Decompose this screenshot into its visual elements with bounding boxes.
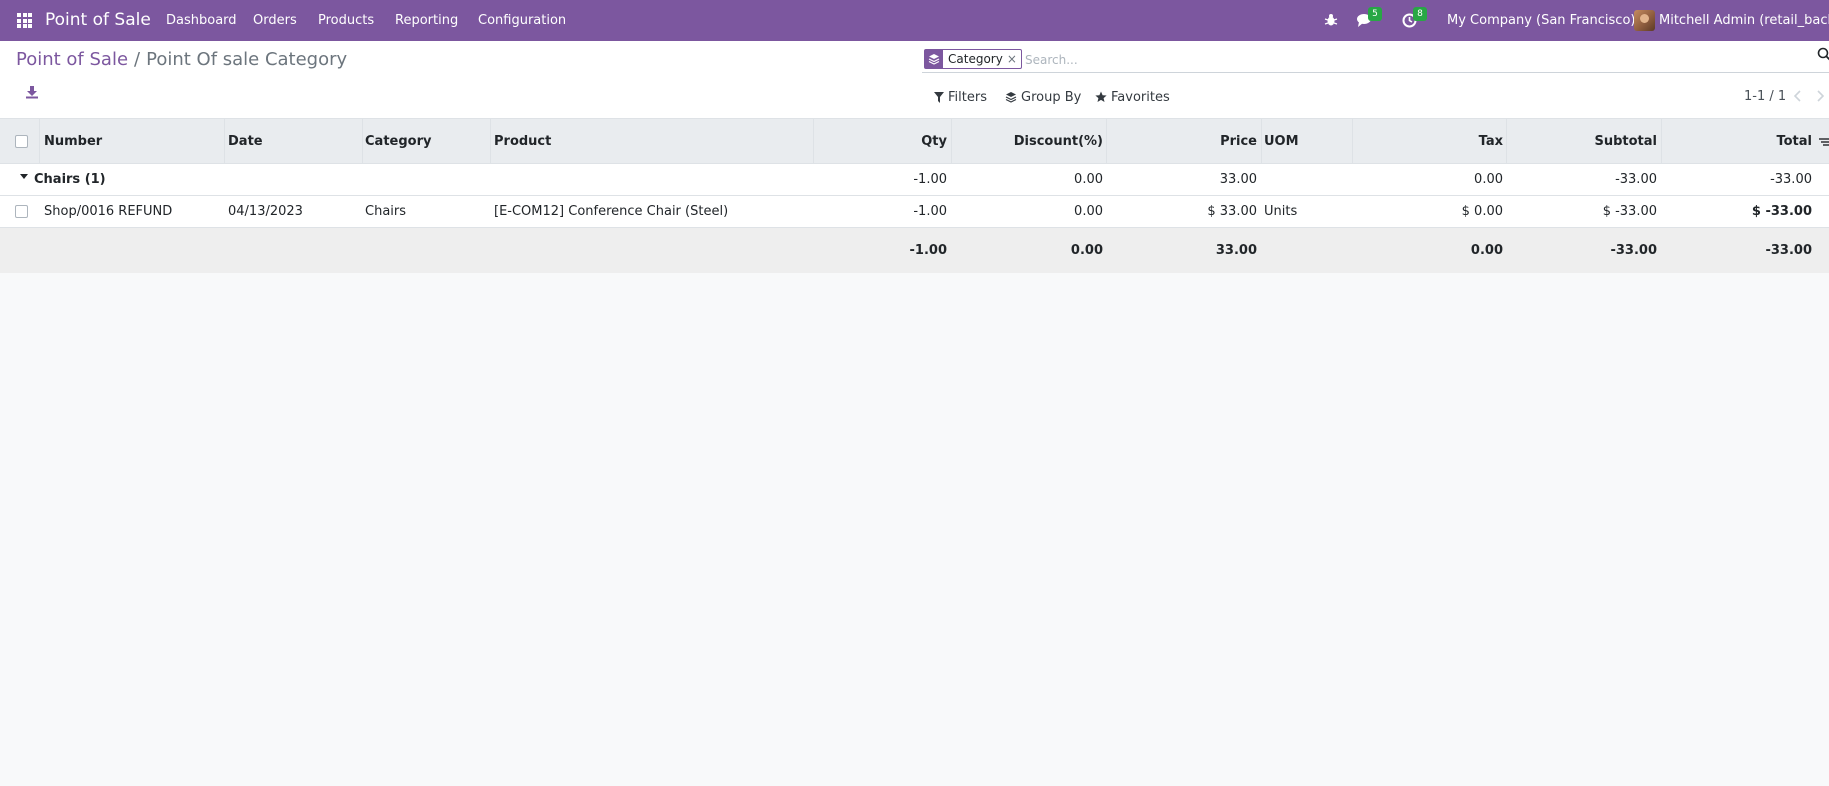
row-checkbox[interactable] (15, 205, 28, 218)
breadcrumb-parent[interactable]: Point of Sale (16, 49, 128, 70)
menu-orders[interactable]: Orders (253, 0, 297, 41)
breadcrumb-separator: / (134, 49, 141, 70)
column-header-subtotal[interactable]: Subtotal (1509, 119, 1657, 163)
column-header-date[interactable]: Date (228, 119, 358, 163)
cell-qty[interactable]: -1.00 (816, 196, 947, 227)
caret-down-icon (20, 174, 28, 179)
column-divider (1506, 119, 1507, 164)
top-navbar: Point of Sale Dashboard Orders Products … (0, 0, 1829, 41)
company-switcher[interactable]: My Company (San Francisco) (1447, 0, 1635, 41)
cell-discount[interactable]: 0.00 (954, 196, 1103, 227)
messages-icon[interactable]: 5 (1357, 7, 1382, 29)
app-brand[interactable]: Point of Sale (45, 0, 151, 41)
facet-remove-button[interactable]: × (1007, 52, 1021, 66)
filters-button[interactable]: Filters (934, 87, 987, 107)
column-divider (813, 119, 814, 164)
group-subtotal: -33.00 (1615, 172, 1657, 187)
menu-products[interactable]: Products (318, 0, 374, 41)
group-row-chairs[interactable]: Chairs (1) -1.00 0.00 33.00 0.00 -33.00 … (0, 164, 1829, 196)
group-total: -33.00 (1770, 172, 1812, 187)
column-divider (490, 119, 491, 164)
download-icon[interactable] (25, 85, 39, 99)
activities-clock-icon[interactable]: 8 (1402, 7, 1427, 29)
layers-icon (1005, 92, 1017, 103)
cell-subtotal[interactable]: $ -33.00 (1509, 196, 1657, 227)
cell-total[interactable]: $ -33.00 (1664, 196, 1812, 227)
control-panel: Point of Sale / Point Of sale Category Cat… (0, 41, 1829, 119)
search-input[interactable] (1023, 48, 1727, 72)
group-tax: 0.00 (1474, 172, 1503, 187)
column-header-number[interactable]: Number (44, 119, 224, 163)
totals-row: -1.00 0.00 33.00 0.00 -33.00 -33.00 (0, 228, 1829, 273)
select-all-checkbox[interactable] (15, 134, 28, 148)
pager-previous-icon[interactable] (1793, 89, 1807, 105)
column-header-price[interactable]: Price (1109, 119, 1257, 163)
search-bar: Category × (922, 47, 1829, 73)
column-header-category[interactable]: Category (365, 119, 485, 163)
column-header-uom[interactable]: UOM (1264, 119, 1349, 163)
total-price: 33.00 (1215, 243, 1257, 258)
group-header[interactable]: Chairs (1) (20, 164, 320, 195)
total-tax: 0.00 (1470, 243, 1503, 258)
page-title: Point Of sale Category (146, 49, 348, 70)
select-all-checkbox-cell (15, 119, 28, 163)
group-qty: -1.00 (913, 172, 947, 187)
column-divider (1661, 119, 1662, 164)
search-icon[interactable] (1817, 47, 1829, 61)
column-divider (39, 119, 40, 164)
activities-badge: 8 (1413, 7, 1427, 21)
menu-configuration[interactable]: Configuration (478, 0, 566, 41)
total-discount: 0.00 (1070, 243, 1103, 258)
menu-reporting[interactable]: Reporting (395, 0, 458, 41)
column-header-total[interactable]: Total (1664, 119, 1812, 163)
total-subtotal: -33.00 (1610, 243, 1657, 258)
total-total: -33.00 (1765, 243, 1812, 258)
cell-price[interactable]: $ 33.00 (1109, 196, 1257, 227)
table-row[interactable]: Shop/0016 REFUND 04/13/2023 Chairs [E-CO… (0, 196, 1829, 228)
favorites-label: Favorites (1111, 89, 1170, 105)
breadcrumb: Point of Sale / Point Of sale Category (16, 49, 347, 70)
column-header-tax[interactable]: Tax (1355, 119, 1503, 163)
menu-dashboard[interactable]: Dashboard (166, 0, 237, 41)
star-icon (1095, 91, 1107, 102)
pager-next-icon[interactable] (1815, 89, 1829, 105)
messages-badge: 5 (1368, 7, 1382, 21)
column-header-product[interactable]: Product (494, 119, 794, 163)
column-divider (224, 119, 225, 164)
total-qty: -1.00 (909, 243, 947, 258)
column-divider (1106, 119, 1107, 164)
filter-icon (934, 91, 944, 103)
group-by-label: Group By (1021, 89, 1082, 105)
cell-uom[interactable]: Units (1264, 196, 1349, 227)
search-facet-category[interactable]: Category × (924, 49, 1022, 69)
group-discount: 0.00 (1074, 172, 1103, 187)
column-divider (951, 119, 952, 164)
cell-category[interactable]: Chairs (365, 196, 485, 227)
column-divider (1261, 119, 1262, 164)
favorites-button[interactable]: Favorites (1095, 87, 1170, 107)
group-by-button[interactable]: Group By (1005, 87, 1081, 107)
column-divider (362, 119, 363, 164)
user-avatar[interactable] (1634, 10, 1655, 31)
bug-icon[interactable] (1324, 13, 1340, 29)
column-header-qty[interactable]: Qty (816, 119, 947, 163)
cell-tax[interactable]: $ 0.00 (1355, 196, 1503, 227)
pager-value[interactable]: 1-1 / 1 (1744, 87, 1786, 107)
optional-columns-icon[interactable] (1819, 136, 1829, 146)
column-header-discount[interactable]: Discount(%) (954, 119, 1103, 163)
group-price: 33.00 (1219, 172, 1257, 187)
table-header: Number Date Category Product Qty Discoun… (0, 119, 1829, 164)
apps-grid-icon[interactable] (17, 13, 32, 28)
facet-label: Category (948, 52, 1003, 66)
cell-product[interactable]: [E-COM12] Conference Chair (Steel) (494, 196, 804, 227)
layers-icon (925, 50, 943, 68)
cell-date[interactable]: 04/13/2023 (228, 196, 358, 227)
group-label: Chairs (1) (34, 172, 106, 187)
user-menu[interactable]: Mitchell Admin (retail_backup (1659, 0, 1829, 41)
column-divider (1352, 119, 1353, 164)
row-checkbox-cell (15, 196, 28, 227)
filters-label: Filters (948, 89, 987, 105)
cell-number[interactable]: Shop/0016 REFUND (44, 196, 224, 227)
